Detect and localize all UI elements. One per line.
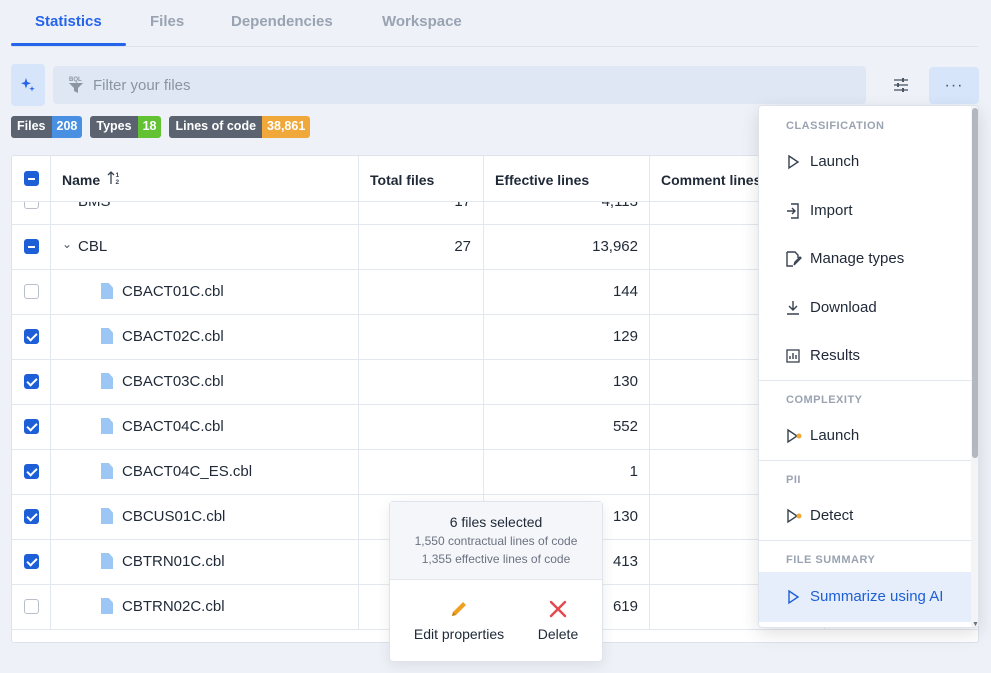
ellipsis-icon: ··· [944, 76, 964, 94]
scroll-down-arrow-icon[interactable]: ▼ [972, 621, 978, 627]
menu-item-results[interactable]: Results [759, 336, 971, 374]
svg-text:BQL: BQL [69, 77, 82, 83]
row-checkbox[interactable] [24, 599, 39, 614]
menu-item-detect[interactable]: Detect [759, 496, 971, 534]
tab-workspace[interactable]: Workspace [382, 13, 462, 30]
play-icon [788, 154, 800, 170]
edit-properties-button[interactable]: Edit properties [404, 598, 514, 642]
menu-item-import[interactable]: Import [759, 191, 971, 229]
download-icon [787, 301, 799, 315]
menu-divider [759, 540, 971, 541]
selection-popup: 6 files selected 1,550 contractual lines… [389, 501, 603, 662]
file-icon [101, 463, 113, 479]
edit-document-icon [786, 251, 802, 267]
row-checkbox[interactable] [24, 284, 39, 299]
filter-input[interactable] [93, 66, 853, 104]
column-header-effective-lines[interactable]: Effective lines [484, 156, 650, 202]
row-checkbox[interactable] [24, 554, 39, 569]
more-options-button[interactable]: ··· [929, 67, 979, 104]
chevron-down-icon[interactable]: ⌄ [62, 237, 72, 251]
menu-item-download[interactable]: Download [759, 288, 971, 326]
bql-filter-icon: BQL [69, 77, 83, 93]
menu-section-pii: PII [786, 474, 801, 486]
file-icon [101, 283, 113, 299]
ai-sparkle-button[interactable] [11, 64, 45, 106]
filter-bar: BQL [53, 66, 866, 104]
header-select-cell [12, 156, 51, 202]
effective-lines: 1,355 effective lines of code [421, 552, 571, 566]
file-icon [101, 328, 113, 344]
file-icon [101, 418, 113, 434]
file-icon [101, 598, 113, 614]
active-tab-indicator [11, 43, 126, 46]
types-badge: Types 18 [90, 116, 162, 138]
menu-item-summarize-using-ai[interactable]: Summarize using AI [759, 572, 971, 622]
file-icon [101, 373, 113, 389]
lines-of-code-badge: Lines of code 38,861 [169, 116, 311, 138]
column-header-name[interactable]: Name 1 2 [51, 156, 359, 202]
menu-divider [759, 460, 971, 461]
pencil-icon [452, 602, 466, 616]
selection-count: 6 files selected [449, 514, 543, 530]
svg-text:2: 2 [116, 179, 120, 186]
file-icon [101, 553, 113, 569]
play-dot-icon [787, 428, 802, 444]
stats-badges: Files 208 Types 18 Lines of code 38,861 [11, 116, 311, 138]
column-header-total-files[interactable]: Total files [359, 156, 484, 202]
import-icon [787, 203, 799, 219]
row-checkbox[interactable] [24, 239, 39, 254]
row-checkbox[interactable] [24, 329, 39, 344]
play-icon [788, 589, 800, 605]
sort-icon[interactable]: 1 2 [107, 170, 123, 186]
menu-divider [759, 380, 971, 381]
menu-section-complexity: COMPLEXITY [786, 394, 863, 406]
row-checkbox[interactable] [24, 509, 39, 524]
tab-files[interactable]: Files [150, 13, 184, 30]
menu-section-file-summary: FILE SUMMARY [786, 554, 876, 566]
delete-button[interactable]: Delete [528, 598, 588, 642]
menu-scrollbar[interactable]: ▼ [971, 106, 978, 627]
row-checkbox[interactable] [24, 374, 39, 389]
row-checkbox[interactable] [24, 464, 39, 479]
contractual-lines: 1,550 contractual lines of code [414, 534, 578, 548]
svg-text:1: 1 [116, 172, 120, 179]
column-settings-button[interactable] [884, 68, 918, 102]
sparkle-icon [21, 78, 35, 92]
close-icon [549, 600, 567, 618]
file-icon [101, 508, 113, 524]
menu-item-classification-launch[interactable]: Launch [759, 142, 971, 180]
sliders-icon [894, 78, 908, 92]
tab-statistics[interactable]: Statistics [35, 13, 102, 30]
chart-icon [786, 349, 800, 363]
select-all-checkbox[interactable] [24, 171, 39, 186]
row-checkbox[interactable] [24, 419, 39, 434]
menu-item-complexity-launch[interactable]: Launch [759, 416, 971, 454]
menu-item-manage-types[interactable]: Manage types [759, 239, 971, 277]
menu-section-classification: CLASSIFICATION [786, 120, 885, 132]
play-dot-icon [787, 508, 802, 524]
more-options-menu: CLASSIFICATION Launch Import Manage type… [758, 105, 979, 628]
tab-dependencies[interactable]: Dependencies [231, 13, 333, 30]
selection-summary: 6 files selected 1,550 contractual lines… [390, 502, 602, 580]
tab-bar: Statistics Files Dependencies Workspace [11, 0, 978, 47]
menu-scrollbar-thumb[interactable] [972, 108, 978, 458]
files-badge: Files 208 [11, 116, 83, 138]
